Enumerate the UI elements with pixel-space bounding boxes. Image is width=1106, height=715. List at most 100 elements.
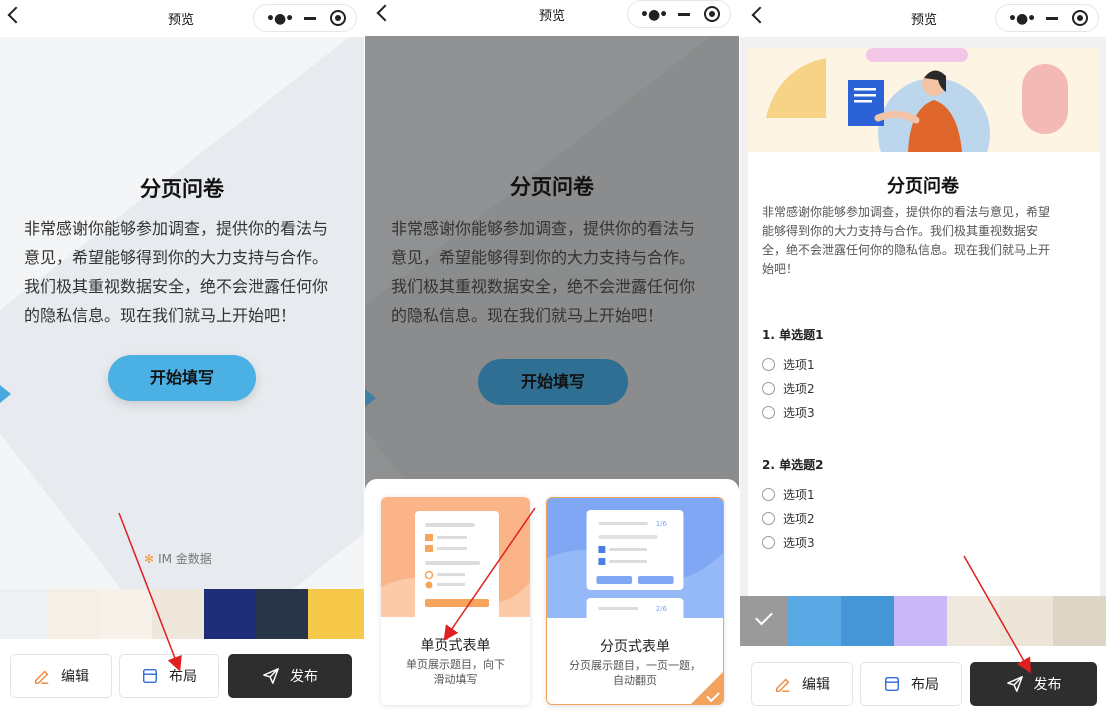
theme-swatch[interactable]	[1053, 596, 1106, 646]
bottom-toolbar: 编辑 布局 发布	[0, 640, 364, 710]
publish-button-label: 发布	[290, 669, 318, 685]
cover-text-line: 意见，希望能够得到你的大力支持与合作。	[24, 248, 329, 267]
capsule-menu: •●•	[253, 4, 357, 32]
start-fill-button[interactable]: 开始填写	[478, 359, 628, 405]
cover-text-line: 的隐私信息。现在我们就马上开始吧！	[24, 306, 297, 325]
paged-option-title: 分页式表单	[600, 639, 670, 655]
radio-icon[interactable]	[762, 536, 775, 549]
theme-swatch[interactable]	[841, 596, 894, 646]
paged-option-desc: 分页展示题目，一页一题， 自动翻页	[557, 658, 713, 688]
question-2-option-3[interactable]: 选项3	[762, 534, 815, 551]
single-page-option-title: 单页式表单	[420, 638, 491, 654]
theme-swatch[interactable]	[308, 589, 364, 639]
option-label: 选项2	[783, 512, 815, 526]
survey-desc-line: 始吧！	[762, 262, 799, 276]
cover-text-line: 我们极其重视数据安全，绝不会泄露任何你	[24, 277, 329, 296]
more-dots-icon[interactable]: •●•	[640, 7, 668, 23]
edit-button[interactable]: 编辑	[10, 654, 112, 698]
survey-hero-illustration	[748, 48, 1100, 152]
theme-swatch[interactable]	[100, 589, 152, 639]
more-dots-icon[interactable]: •●•	[266, 11, 294, 27]
survey-desc-line: 全，绝不会泄露任何你的隐私信息。现在我们就马上开	[762, 243, 1051, 257]
single-page-option-desc: 单页展示题目，向下 滑动填写	[391, 657, 520, 687]
topbar-title: 预览	[911, 13, 938, 28]
back-arrow-icon[interactable]	[7, 6, 25, 24]
theme-swatch[interactable]	[1000, 596, 1053, 646]
send-icon	[1006, 676, 1023, 692]
edit-button-label: 编辑	[61, 669, 89, 685]
close-target-icon[interactable]	[1072, 10, 1088, 26]
publish-button[interactable]: 发布	[228, 654, 352, 698]
check-icon	[755, 607, 773, 626]
close-target-icon[interactable]	[330, 10, 346, 26]
triangle-decoration	[365, 389, 376, 407]
mini-program-topbar: 预览 •●•	[0, 0, 364, 36]
layout-button-label: 布局	[169, 669, 197, 685]
option-label: 选项1	[783, 488, 815, 502]
triangle-decoration	[0, 385, 11, 403]
option-desc-line: 分页展示题目，一页一题，	[569, 659, 701, 672]
layout-icon	[142, 668, 158, 684]
single-page-illustration	[381, 497, 530, 617]
radio-icon[interactable]	[762, 512, 775, 525]
cover-text-line: 意见，希望能够得到你的大力支持与合作。	[391, 248, 696, 267]
back-arrow-icon[interactable]	[376, 4, 394, 22]
minimize-icon[interactable]	[678, 13, 690, 16]
cover-text-line: 非常感谢你能够参加调查，提供你的看法与	[24, 219, 329, 238]
theme-swatch[interactable]	[256, 589, 308, 639]
layout-button[interactable]: 布局	[119, 654, 219, 698]
option-label: 选项2	[783, 382, 815, 396]
layout-picker-sheet: 单页式表单 单页展示题目，向下 滑动填写 1/6 2/6 分页式表单 分页展示题…	[365, 479, 739, 715]
paged-layout-option[interactable]: 1/6 2/6 分页式表单 分页展示题目，一页一题， 自动翻页	[546, 497, 724, 705]
radio-icon[interactable]	[762, 382, 775, 395]
cover-title: 分页问卷	[510, 175, 594, 199]
single-page-layout-option[interactable]: 单页式表单 单页展示题目，向下 滑动填写	[381, 497, 530, 705]
back-arrow-icon[interactable]	[751, 6, 769, 24]
radio-icon[interactable]	[762, 488, 775, 501]
capsule-menu: •●•	[995, 4, 1099, 32]
bottom-toolbar: 编辑 布局 发布	[740, 646, 1106, 715]
capsule-menu: •●•	[627, 0, 731, 28]
minimize-icon[interactable]	[304, 17, 316, 20]
pencil-icon	[34, 670, 49, 684]
layout-button-label: 布局	[911, 677, 939, 693]
theme-swatch-selected[interactable]	[740, 596, 788, 646]
question-2-option-1[interactable]: 选项1	[762, 486, 815, 503]
option-label: 选项3	[783, 536, 815, 550]
theme-swatch[interactable]	[152, 589, 204, 639]
question-2-label: 2. 单选题2	[762, 458, 824, 472]
cover-title: 分页问卷	[140, 177, 224, 201]
theme-swatch[interactable]	[894, 596, 947, 646]
topbar-title: 预览	[168, 13, 195, 28]
page-indicator-label: 1/6	[656, 520, 667, 528]
theme-swatch[interactable]	[0, 589, 48, 639]
question-1-option-3[interactable]: 选项3	[762, 404, 815, 421]
cover-page: 分页问卷 非常感谢你能够参加调查，提供你的看法与 意见，希望能够得到你的大力支持…	[0, 37, 364, 589]
question-1-option-1[interactable]: 选项1	[762, 356, 815, 373]
survey-title: 分页问卷	[887, 176, 959, 197]
radio-icon[interactable]	[762, 358, 775, 371]
start-fill-button[interactable]: 开始填写	[108, 355, 256, 401]
topbar-title: 预览	[539, 9, 566, 24]
edit-button[interactable]: 编辑	[751, 662, 853, 706]
cover-text-line: 非常感谢你能够参加调查，提供你的看法与	[391, 219, 696, 238]
close-target-icon[interactable]	[704, 6, 720, 22]
layout-icon	[884, 676, 900, 692]
question-2-option-2[interactable]: 选项2	[762, 510, 815, 527]
theme-swatch[interactable]	[947, 596, 1000, 646]
theme-swatch-strip	[0, 589, 364, 639]
theme-swatch[interactable]	[788, 596, 841, 646]
theme-swatch[interactable]	[48, 589, 100, 639]
radio-icon[interactable]	[762, 406, 775, 419]
question-1-label: 1. 单选题1	[762, 328, 824, 342]
pencil-icon	[775, 678, 790, 692]
more-dots-icon[interactable]: •●•	[1008, 11, 1036, 27]
layout-button[interactable]: 布局	[860, 662, 962, 706]
cover-text-line: 的隐私信息。现在我们就马上开始吧！	[391, 306, 664, 325]
question-1-option-2[interactable]: 选项2	[762, 380, 815, 397]
publish-button[interactable]: 发布	[970, 662, 1097, 706]
theme-swatch[interactable]	[204, 589, 256, 639]
option-desc-line: 滑动填写	[433, 673, 478, 686]
minimize-icon[interactable]	[1046, 17, 1058, 20]
cover-description: 非常感谢你能够参加调查，提供你的看法与 意见，希望能够得到你的大力支持与合作。 …	[24, 214, 354, 330]
